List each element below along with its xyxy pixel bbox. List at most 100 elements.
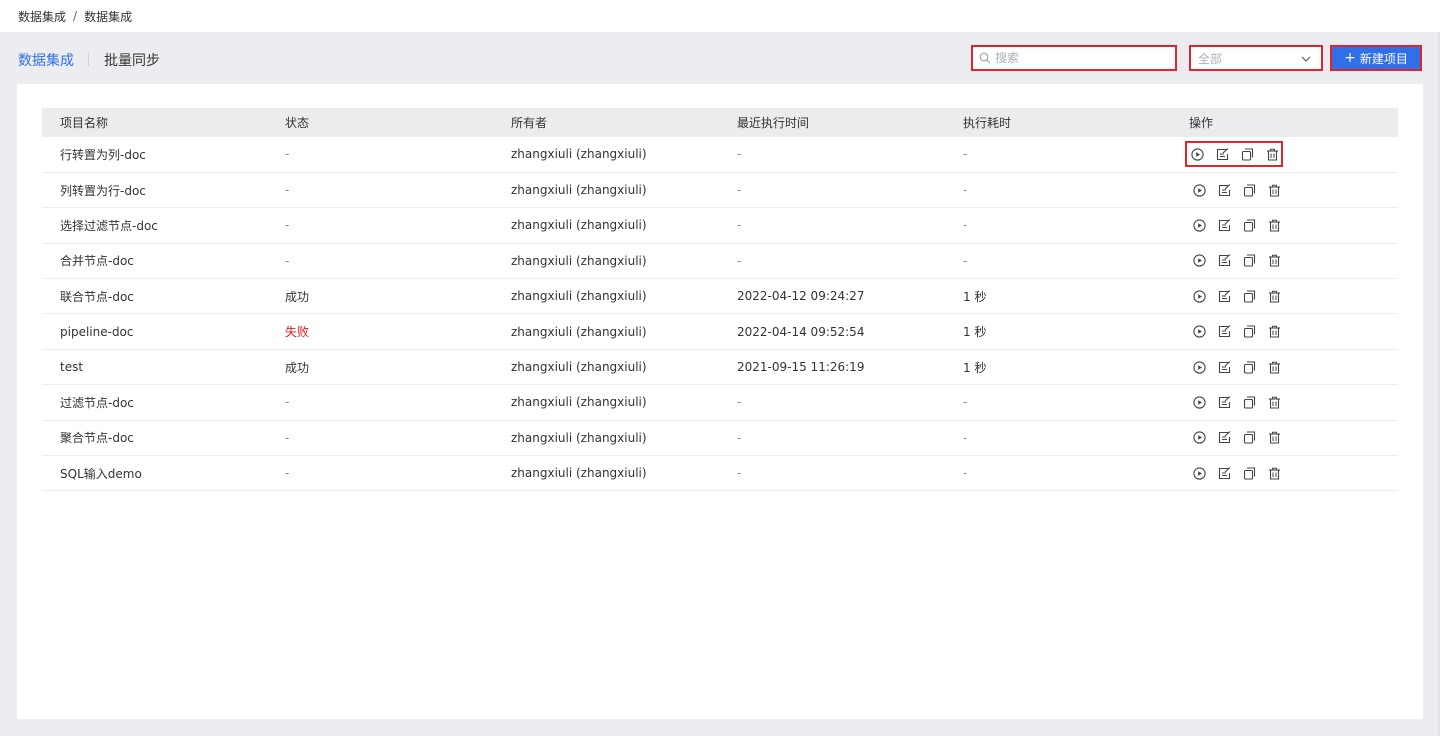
project-name-cell[interactable]: test — [42, 349, 285, 384]
delete-icon[interactable] — [1268, 467, 1281, 480]
copy-icon[interactable] — [1243, 431, 1256, 444]
table-row[interactable]: 选择过滤节点-doc - zhangxiuli (zhangxiuli) - - — [42, 208, 1398, 244]
duration-cell: - — [963, 395, 968, 410]
edit-icon[interactable] — [1218, 325, 1231, 338]
project-name-cell[interactable]: 聚合节点-doc — [42, 420, 285, 455]
play-icon[interactable] — [1193, 219, 1206, 232]
duration-cell: - — [963, 253, 968, 268]
table-row[interactable]: test 成功 zhangxiuli (zhangxiuli) 2021-09-15 … — [42, 349, 1398, 385]
edit-icon[interactable] — [1218, 219, 1231, 232]
header-duration[interactable]: 执行耗时 — [963, 108, 1189, 137]
copy-icon[interactable] — [1243, 325, 1256, 338]
edit-icon[interactable] — [1218, 289, 1231, 303]
project-name-cell[interactable]: 行转置为列-doc — [42, 137, 285, 172]
delete-icon[interactable] — [1268, 184, 1281, 197]
owner-cell: zhangxiuli (zhangxiuli) — [511, 253, 647, 268]
copy-icon[interactable] — [1243, 254, 1256, 267]
project-name-cell[interactable]: pipeline-doc — [42, 314, 285, 349]
copy-icon[interactable] — [1243, 219, 1256, 232]
delete-icon[interactable] — [1268, 396, 1281, 409]
project-name-cell[interactable]: 联合节点-doc — [42, 279, 285, 314]
delete-icon[interactable] — [1268, 361, 1281, 374]
play-icon[interactable] — [1193, 325, 1206, 338]
copy-icon[interactable] — [1241, 148, 1254, 161]
owner-cell: zhangxiuli (zhangxiuli) — [511, 218, 647, 233]
breadcrumb-root[interactable]: 数据集成 — [18, 8, 66, 25]
delete-icon[interactable] — [1268, 431, 1281, 444]
edit-icon[interactable] — [1218, 396, 1231, 409]
owner-cell: zhangxiuli (zhangxiuli) — [511, 360, 647, 375]
breadcrumb-separator: / — [73, 9, 78, 23]
duration-cell: 1 秒 — [963, 325, 987, 340]
project-name-cell[interactable]: 选择过滤节点-doc — [42, 208, 285, 243]
project-name-cell[interactable]: 合并节点-doc — [42, 243, 285, 278]
actions-cell — [1189, 314, 1398, 349]
edit-icon[interactable] — [1218, 254, 1231, 267]
play-icon[interactable] — [1193, 360, 1206, 374]
table-row[interactable]: 列转置为行-doc - zhangxiuli (zhangxiuli) - - — [42, 172, 1398, 208]
search-input[interactable] — [995, 51, 1165, 65]
status-cell: 成功 — [285, 360, 310, 375]
status-cell: - — [285, 147, 290, 162]
header-status[interactable]: 状态 — [285, 108, 511, 137]
table-row[interactable]: 合并节点-doc - zhangxiuli (zhangxiuli) - - — [42, 243, 1398, 279]
row-actions — [1189, 180, 1285, 200]
chevron-down-icon — [1301, 51, 1311, 65]
breadcrumb-current: 数据集成 — [84, 9, 133, 24]
actions-cell — [1189, 208, 1398, 243]
actions-cell — [1189, 456, 1398, 491]
status-cell: 失败 — [285, 325, 310, 340]
last-run-cell: - — [737, 147, 742, 162]
copy-icon[interactable] — [1243, 290, 1256, 303]
play-icon[interactable] — [1193, 431, 1206, 444]
last-run-cell: - — [737, 430, 742, 445]
play-icon[interactable] — [1193, 467, 1206, 480]
status-cell: - — [285, 183, 290, 198]
project-name-cell[interactable]: 列转置为行-doc — [42, 172, 285, 207]
delete-icon[interactable] — [1268, 254, 1281, 267]
table-row[interactable]: pipeline-doc 失败 zhangxiuli (zhangxiuli) 202… — [42, 314, 1398, 350]
play-icon[interactable] — [1193, 290, 1206, 303]
edit-icon[interactable] — [1218, 360, 1231, 374]
copy-icon[interactable] — [1243, 467, 1256, 480]
edit-icon[interactable] — [1218, 431, 1231, 444]
table-row[interactable]: 过滤节点-doc - zhangxiuli (zhangxiuli) - - — [42, 385, 1398, 421]
project-name-cell[interactable]: 过滤节点-doc — [42, 385, 285, 420]
owner-cell: zhangxiuli (zhangxiuli) — [511, 183, 647, 198]
tab-data-integration[interactable]: 数据集成 — [18, 50, 74, 70]
play-icon[interactable] — [1191, 148, 1204, 161]
new-project-button[interactable]: + 新建项目 — [1330, 45, 1422, 71]
edit-icon[interactable] — [1218, 183, 1231, 197]
copy-icon[interactable] — [1243, 184, 1256, 197]
delete-icon[interactable] — [1268, 325, 1281, 338]
status-filter-select[interactable]: 全部 — [1189, 45, 1323, 71]
header-name[interactable]: 项目名称 — [42, 108, 285, 137]
table-row[interactable]: 联合节点-doc 成功 zhangxiuli (zhangxiuli) 2022-04… — [42, 279, 1398, 314]
actions-cell — [1189, 279, 1398, 314]
project-name-cell[interactable]: SQL输入demo — [42, 456, 285, 491]
delete-icon[interactable] — [1268, 219, 1281, 232]
last-run-cell: - — [737, 253, 742, 268]
copy-icon[interactable] — [1243, 360, 1256, 374]
table-row[interactable]: 聚合节点-doc - zhangxiuli (zhangxiuli) - - — [42, 420, 1398, 456]
actions-cell — [1189, 349, 1398, 384]
play-icon[interactable] — [1193, 254, 1206, 268]
tab-batch-sync[interactable]: 批量同步 — [104, 50, 160, 70]
search-box[interactable] — [971, 45, 1177, 71]
last-run-cell: 2021-09-15 11:26:19 — [737, 360, 865, 375]
delete-icon[interactable] — [1266, 148, 1279, 161]
duration-cell: 1 秒 — [963, 289, 987, 304]
edit-icon[interactable] — [1216, 148, 1229, 161]
header-last-run[interactable]: 最近执行时间 — [737, 108, 963, 137]
header-owner[interactable]: 所有者 — [511, 108, 737, 137]
table-row[interactable]: SQL输入demo - zhangxiuli (zhangxiuli) - - — [42, 456, 1398, 491]
play-icon[interactable] — [1193, 183, 1206, 197]
delete-icon[interactable] — [1268, 290, 1281, 303]
copy-icon[interactable] — [1243, 396, 1256, 409]
status-cell: - — [285, 253, 290, 268]
table-row[interactable]: 行转置为列-doc - zhangxiuli (zhangxiuli) - - — [42, 137, 1398, 173]
row-actions — [1189, 215, 1285, 235]
edit-icon[interactable] — [1218, 466, 1231, 480]
status-cell: - — [285, 466, 290, 481]
play-icon[interactable] — [1193, 396, 1206, 409]
